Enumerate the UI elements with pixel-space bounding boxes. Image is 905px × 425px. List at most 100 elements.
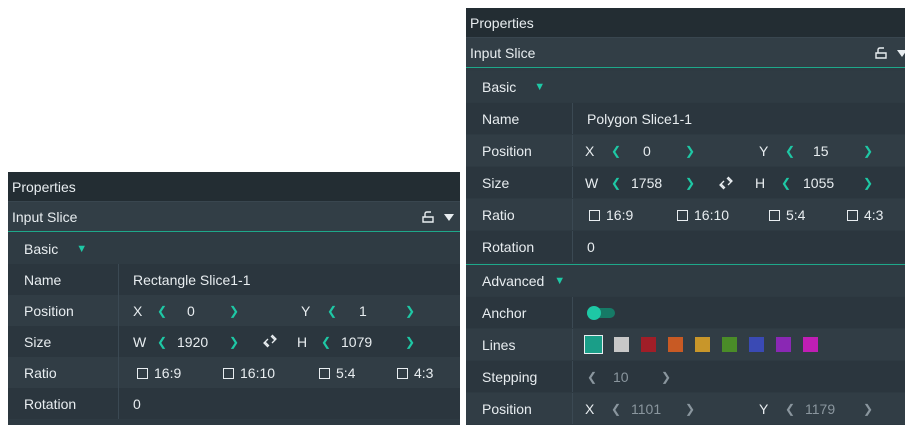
- line-color-swatch[interactable]: [776, 337, 791, 352]
- ratio-row: Ratio 16:9 16:10 5:4 4:3: [8, 357, 460, 388]
- chevron-right-icon[interactable]: ❯: [863, 176, 873, 190]
- y-label: Y: [759, 142, 769, 159]
- input-slice-header[interactable]: Input Slice: [8, 202, 460, 232]
- name-label: Name: [24, 271, 62, 288]
- ratio-option-16-9[interactable]: 16:9: [137, 365, 181, 381]
- chevron-left-icon[interactable]: ❮: [157, 335, 167, 349]
- line-color-swatch[interactable]: [641, 337, 656, 352]
- chevron-left-icon[interactable]: ❮: [781, 176, 791, 190]
- triangle-down-icon[interactable]: [897, 49, 905, 57]
- line-color-swatch[interactable]: [695, 337, 710, 352]
- rotation-input[interactable]: 0: [587, 239, 595, 255]
- h-input[interactable]: 1055: [803, 175, 834, 191]
- input-slice-header[interactable]: Input Slice: [466, 38, 905, 68]
- y-input[interactable]: 15: [813, 143, 829, 159]
- x-label: X: [133, 302, 143, 319]
- input-slice-title: Input Slice: [470, 44, 536, 61]
- chevron-left-icon[interactable]: ❮: [327, 304, 337, 318]
- checkbox[interactable]: [137, 368, 148, 380]
- checkbox[interactable]: [319, 368, 330, 380]
- chevron-right-icon[interactable]: ❯: [863, 144, 873, 158]
- advanced-section-header[interactable]: Advanced ▼: [466, 264, 905, 296]
- checkbox[interactable]: [677, 210, 688, 222]
- size-row: Size W ❮ 1758 ❯ H ❮ 1055 ❯: [466, 167, 905, 198]
- ratio-label: Ratio: [482, 206, 515, 223]
- chevron-right-icon[interactable]: ❯: [405, 304, 415, 318]
- anchor-label: Anchor: [482, 304, 527, 321]
- anchor-row: Anchor: [466, 297, 905, 328]
- chevron-left-icon[interactable]: ❮: [157, 304, 167, 318]
- line-color-swatch[interactable]: [668, 337, 683, 352]
- chevron-left-icon[interactable]: ❮: [785, 402, 795, 416]
- checkbox[interactable]: [769, 210, 780, 222]
- ratio-option-5-4[interactable]: 5:4: [769, 207, 805, 223]
- rotation-input[interactable]: 0: [133, 396, 141, 412]
- line-color-swatch[interactable]: [749, 337, 764, 352]
- chevron-left-icon[interactable]: ❮: [321, 335, 331, 349]
- pin-tab-icon[interactable]: [422, 211, 434, 223]
- chevron-right-icon[interactable]: ❯: [685, 144, 695, 158]
- lines-row: Lines: [466, 329, 905, 360]
- chevron-left-icon[interactable]: ❮: [611, 144, 621, 158]
- ratio-option-4-3[interactable]: 4:3: [397, 365, 433, 381]
- h-label: H: [297, 333, 308, 350]
- chevron-right-icon[interactable]: ❯: [863, 402, 873, 416]
- triangle-down-icon[interactable]: [444, 213, 454, 221]
- ratio-option-16-9[interactable]: 16:9: [589, 207, 633, 223]
- y-input[interactable]: 1: [359, 303, 367, 319]
- ratio-option-5-4[interactable]: 5:4: [319, 365, 355, 381]
- properties-panel-left: Properties Input Slice Basic ▼ Name Rect…: [8, 172, 460, 425]
- w-input[interactable]: 1920: [177, 334, 208, 350]
- pin-tab-icon[interactable]: [875, 47, 887, 59]
- position2-label: Position: [482, 400, 532, 417]
- size-row: Size W ❮ 1920 ❯ H ❮ 1079 ❯: [8, 326, 460, 357]
- chevron-left-icon[interactable]: ❮: [785, 144, 795, 158]
- chevron-left-icon[interactable]: ❮: [611, 402, 621, 416]
- stepping-input[interactable]: 10: [613, 369, 629, 385]
- ratio-label: Ratio: [24, 364, 57, 381]
- panel-title-bar: Properties: [466, 8, 905, 38]
- ratio-option-16-10[interactable]: 16:10: [223, 365, 275, 381]
- w-input[interactable]: 1758: [631, 175, 662, 191]
- checkbox[interactable]: [847, 210, 858, 222]
- triangle-down-icon: ▼: [534, 80, 546, 93]
- x-input[interactable]: 0: [643, 143, 651, 159]
- ratio-option-4-3[interactable]: 4:3: [847, 207, 883, 223]
- chevron-right-icon[interactable]: ❯: [229, 304, 239, 318]
- checkbox[interactable]: [397, 368, 408, 380]
- name-field[interactable]: Polygon Slice1-1: [587, 111, 692, 127]
- stepping-label: Stepping: [482, 368, 538, 385]
- line-color-swatch[interactable]: [803, 337, 818, 352]
- line-color-swatch[interactable]: [722, 337, 737, 352]
- h-input[interactable]: 1079: [341, 334, 372, 350]
- x-input[interactable]: 0: [187, 303, 195, 319]
- y-label: Y: [759, 400, 769, 417]
- line-color-swatch[interactable]: [614, 337, 629, 352]
- basic-section-header[interactable]: Basic ▼: [8, 233, 460, 264]
- ratio-option-16-10[interactable]: 16:10: [677, 207, 729, 223]
- position-label: Position: [482, 142, 532, 159]
- rotation-label: Rotation: [482, 238, 535, 255]
- chevron-right-icon[interactable]: ❯: [229, 335, 239, 349]
- chevron-left-icon[interactable]: ❮: [611, 176, 621, 190]
- line-color-swatch[interactable]: [584, 335, 603, 354]
- chevron-right-icon[interactable]: ❯: [685, 402, 695, 416]
- checkbox[interactable]: [589, 210, 600, 222]
- chevron-right-icon[interactable]: ❯: [661, 370, 671, 384]
- name-field[interactable]: Rectangle Slice1-1: [133, 272, 251, 288]
- chevron-right-icon[interactable]: ❯: [685, 176, 695, 190]
- link-icon[interactable]: [719, 176, 733, 190]
- checkbox[interactable]: [223, 368, 234, 380]
- basic-section-header[interactable]: Basic ▼: [466, 71, 905, 102]
- x-input[interactable]: 1101: [631, 401, 661, 417]
- x-label: X: [585, 142, 595, 159]
- chevron-left-icon[interactable]: ❮: [587, 370, 597, 384]
- triangle-down-icon: ▼: [76, 242, 88, 255]
- y-input[interactable]: 1179: [805, 401, 835, 417]
- anchor-toggle[interactable]: [587, 305, 615, 320]
- h-label: H: [755, 174, 766, 191]
- chevron-right-icon[interactable]: ❯: [405, 335, 415, 349]
- x-label: X: [585, 400, 595, 417]
- name-row: Name Polygon Slice1-1: [466, 103, 905, 134]
- link-icon[interactable]: [263, 334, 277, 348]
